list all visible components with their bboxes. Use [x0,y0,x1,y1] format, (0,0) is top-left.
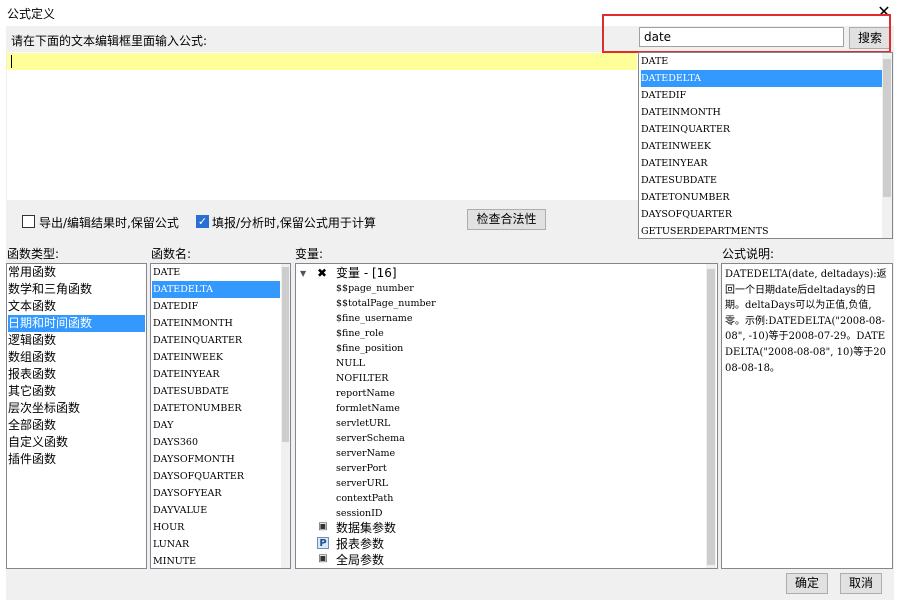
func-type-item[interactable]: 插件函数 [8,451,145,468]
variable-item[interactable]: serverURL [336,476,388,491]
func-name-item[interactable]: DATE [152,264,280,281]
func-type-item[interactable]: 报表函数 [8,366,145,383]
func-type-item[interactable]: 全部函数 [8,417,145,434]
variable-item[interactable]: sessionID [336,506,383,521]
func-name-item[interactable]: DATEINWEEK [152,349,280,366]
search-result-item[interactable]: DATETONUMBER [641,189,883,206]
func-type-item[interactable]: 自定义函数 [8,434,145,451]
search-result-item[interactable]: DATEINWEEK [641,138,883,155]
dropdown-scrollbar[interactable] [882,53,892,238]
func-types-header: 函数类型: [7,247,60,261]
func-names-list[interactable]: DATE DATEDELTA DATEDIF DATEINMONTH DATEINQUA… [150,263,291,569]
cancel-button[interactable]: 取消 [840,573,882,594]
func-name-item[interactable]: DAYSOFYEAR [152,485,280,502]
keep-on-export-checkbox[interactable] [22,215,35,228]
func-name-item[interactable]: DATEINMONTH [152,315,280,332]
func-name-item[interactable]: DATESUBDATE [152,383,280,400]
search-results-dropdown[interactable]: DATE DATEDELTA DATEDIF DATEINMONTH DATEINQUA… [638,52,893,239]
dropdown-scroll-thumb[interactable] [883,59,891,197]
variable-root-label[interactable]: 变量 - [16] [336,265,397,281]
func-types-list[interactable]: 常用函数 数学和三角函数 文本函数 日期和时间函数 逻辑函数 数组函数 报表函数 其它函数 层次… [6,263,147,569]
variable-item[interactable]: $$totalPage_number [336,296,436,311]
search-result-item[interactable]: DATEINYEAR [641,155,883,172]
variables-header: 变量: [295,247,324,261]
variable-item[interactable]: servletURL [336,416,390,431]
variable-group-item[interactable]: 报表参数 [336,536,384,552]
func-name-item[interactable]: HOUR [152,519,280,536]
keep-on-fill-label: 填报/分析时,保留公式用于计算 [212,216,376,230]
search-result-item[interactable]: DATEDELTA [641,70,883,87]
func-name-item[interactable]: MINUTE [152,553,280,570]
variable-item[interactable]: NULL [336,356,365,371]
variable-item[interactable]: NOFILTER [336,371,388,386]
description-header: 公式说明: [722,247,775,261]
variable-item[interactable]: serverPort [336,461,387,476]
collapse-arrow-icon[interactable]: ▼ [300,269,306,278]
func-names-scroll-thumb[interactable] [282,267,289,442]
window-title: 公式定义 [7,7,56,21]
search-result-item[interactable]: DAYSOFQUARTER [641,206,883,223]
variables-scroll-thumb[interactable] [707,269,715,565]
variable-item[interactable]: $fine_role [336,326,384,341]
search-result-item[interactable]: DATEDIF [641,87,883,104]
param-group-icon: ▣ [318,521,328,532]
keep-on-fill-checkbox[interactable]: ✓ [196,215,209,228]
validate-button[interactable]: 检查合法性 [467,209,546,230]
variable-root-icon: ✖ [317,266,328,280]
editor-instruction: 请在下面的文本编辑框里面输入公式: [11,34,208,48]
func-name-item[interactable]: DAYSOFQUARTER [152,468,280,485]
func-type-item[interactable]: 层次坐标函数 [8,400,145,417]
variable-group-item[interactable]: 数据集参数 [336,520,396,536]
variable-item[interactable]: serverSchema [336,431,405,446]
func-type-item[interactable]: 其它函数 [8,383,145,400]
variable-item[interactable]: reportName [336,386,395,401]
formula-editor[interactable] [7,52,644,200]
description-text: DATEDELTA(date, deltadays):返回一个日期date后de… [725,269,887,374]
func-type-item[interactable]: 日期和时间函数 [8,315,145,332]
func-name-item[interactable]: LUNAR [152,536,280,553]
func-type-item[interactable]: 常用函数 [8,264,145,281]
search-result-item[interactable]: GETUSERDEPARTMENTS [641,223,883,240]
func-type-item[interactable]: 逻辑函数 [8,332,145,349]
search-result-item[interactable]: DATEINQUARTER [641,121,883,138]
func-names-scrollbar[interactable] [281,264,290,568]
func-name-item[interactable]: DAYVALUE [152,502,280,519]
param-group-icon: ▣ [318,553,328,564]
func-type-item[interactable]: 文本函数 [8,298,145,315]
func-name-item[interactable]: DATEDIF [152,298,280,315]
highlight-box [602,14,891,53]
search-result-item[interactable]: DATEINMONTH [641,104,883,121]
variable-item[interactable]: $fine_position [336,341,403,356]
func-name-item[interactable]: DAYS360 [152,434,280,451]
report-param-icon: P [317,537,329,549]
func-type-item[interactable]: 数学和三角函数 [8,281,145,298]
func-name-item[interactable]: DATEINYEAR [152,366,280,383]
variable-item[interactable]: $fine_username [336,311,412,326]
func-name-item[interactable]: DATEDELTA [152,281,280,298]
variables-tree[interactable]: ▼ ✖ 变量 - [16] $$page_number $$totalPage_n… [295,263,718,569]
func-name-item[interactable]: DATEINQUARTER [152,332,280,349]
text-caret [11,55,12,68]
func-name-item[interactable]: DAYSOFMONTH [152,451,280,468]
keep-on-export-label: 导出/编辑结果时,保留公式 [39,216,179,230]
ok-button[interactable]: 确定 [786,573,828,594]
func-type-item[interactable]: 数组函数 [8,349,145,366]
func-name-item[interactable]: DAY [152,417,280,434]
variable-group-item[interactable]: 全局参数 [336,552,384,568]
search-result-item[interactable]: DATE [641,53,883,70]
variable-item[interactable]: formletName [336,401,400,416]
search-result-item[interactable]: DATESUBDATE [641,172,883,189]
formula-current-line[interactable] [7,53,637,70]
variable-item[interactable]: contextPath [336,491,393,506]
variables-scrollbar[interactable] [706,264,716,568]
func-name-item[interactable]: DATETONUMBER [152,400,280,417]
variable-item[interactable]: serverName [336,446,395,461]
func-names-header: 函数名: [151,247,192,261]
variable-item[interactable]: $$page_number [336,281,414,296]
